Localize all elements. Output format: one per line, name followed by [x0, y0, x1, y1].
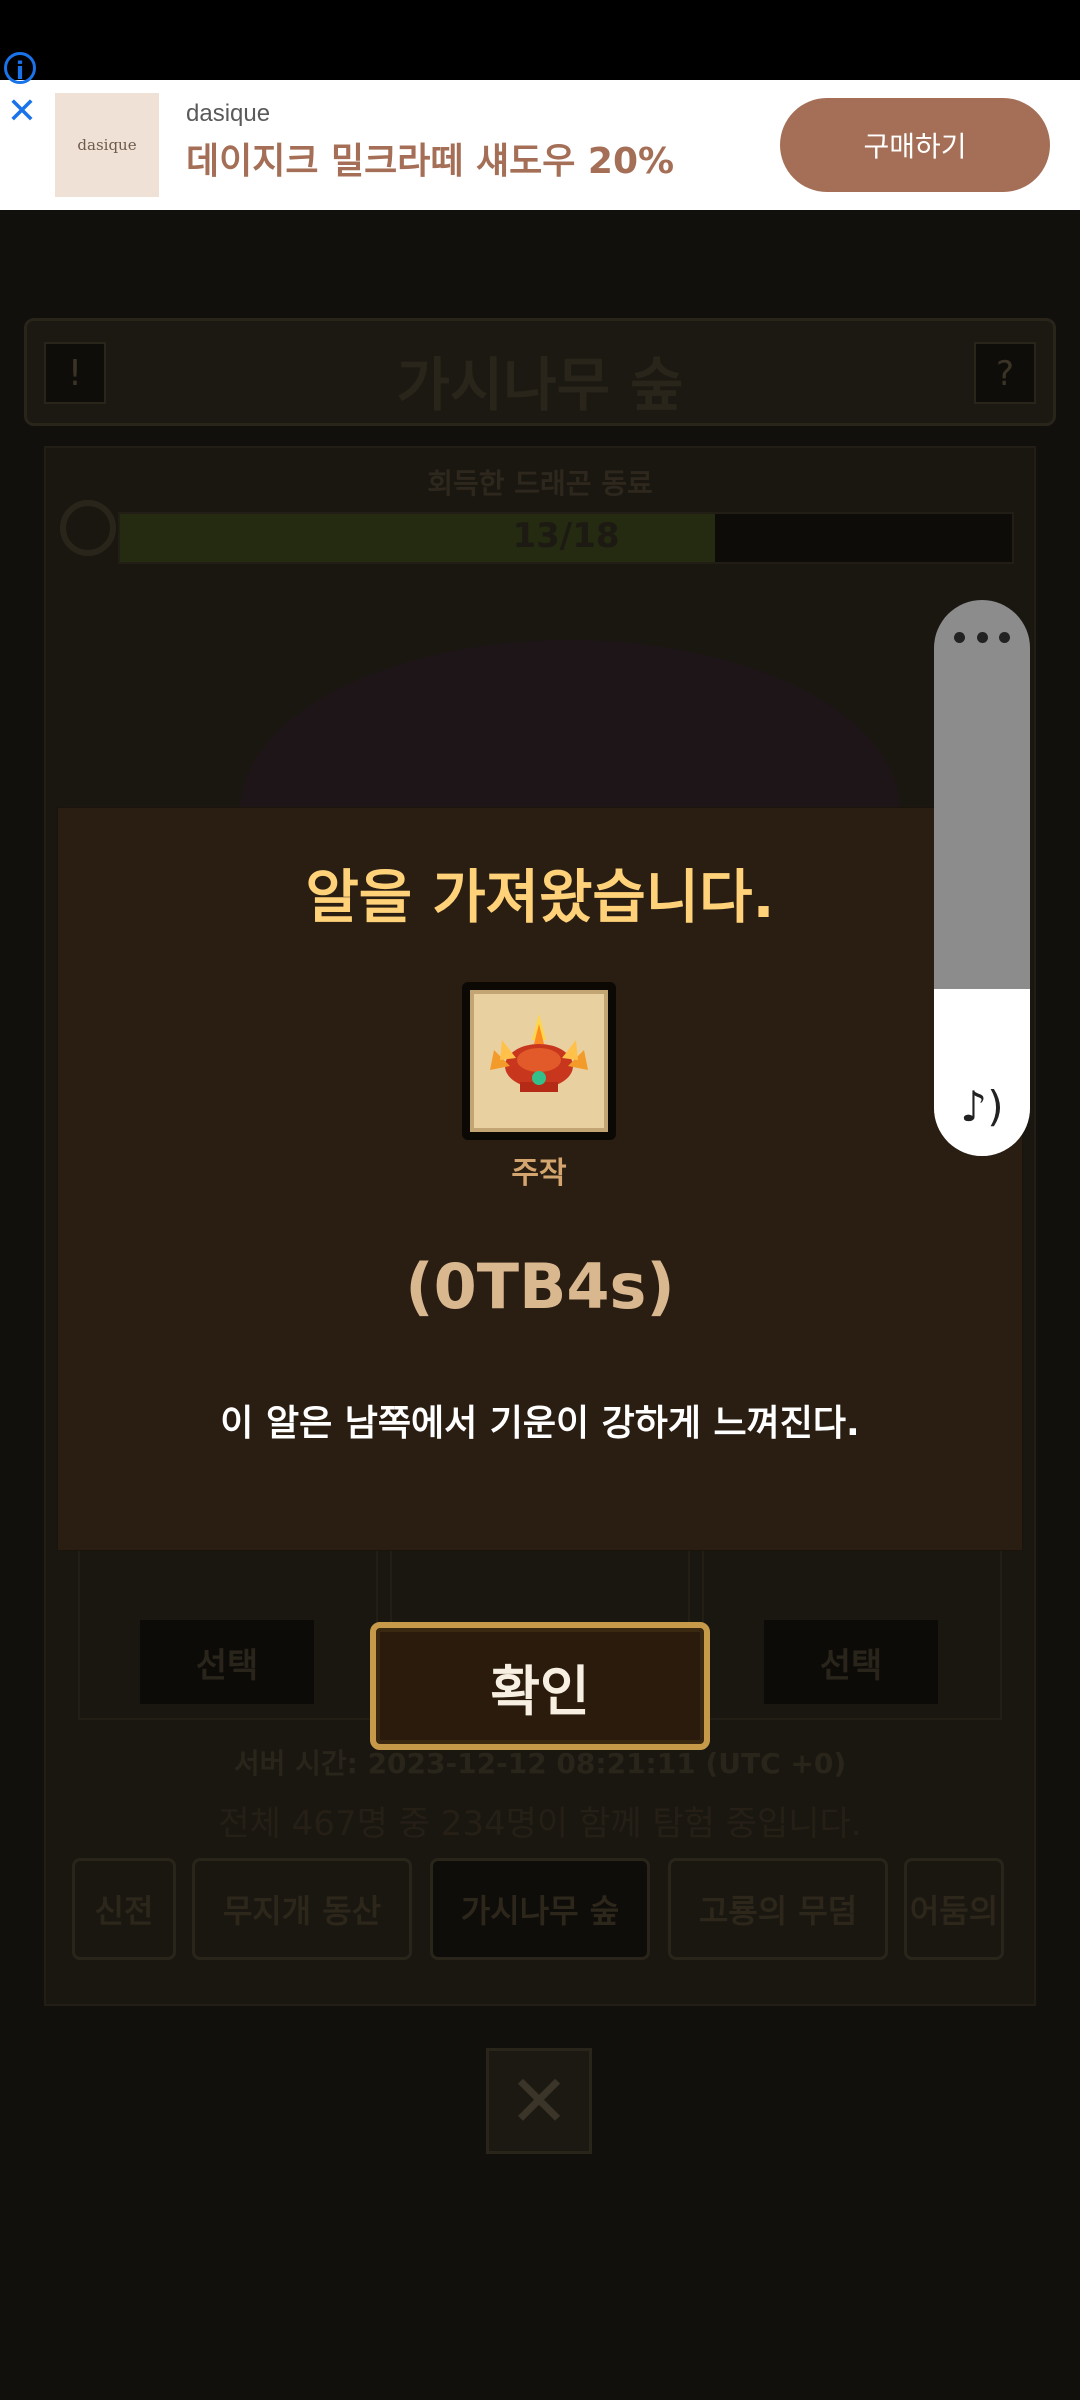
participants-text: 전체 467명 중 234명이 함께 탐험 중입니다.	[218, 1804, 862, 1844]
tab-darkness[interactable]: 어둠의	[904, 1858, 1004, 1960]
modal-title: 알을 가져왔습니다.	[305, 863, 775, 931]
help-button[interactable]: ?	[974, 342, 1036, 404]
egg-code: (0TB4s)	[405, 1250, 675, 1323]
ad-brand: dasique	[186, 100, 271, 127]
info-icon[interactable]: i	[4, 52, 36, 85]
ad-thumb-text: dasique	[77, 136, 137, 154]
more-icon[interactable]	[954, 632, 1010, 648]
area-title: 가시나무 숲	[396, 351, 684, 419]
tab-rainbow-hill[interactable]: 무지개 동산	[192, 1858, 412, 1960]
status-bar	[0, 0, 1080, 80]
vermilion-bird-icon	[490, 1014, 588, 1092]
progress-text: 13/18	[512, 516, 620, 556]
select-button[interactable]: 선택	[138, 1618, 316, 1706]
close-icon[interactable]: ✕	[6, 94, 38, 130]
ad-cta-button[interactable]: 구매하기	[780, 98, 1050, 192]
tab-thorn-forest[interactable]: 가시나무 숲	[430, 1858, 650, 1960]
egg-name: 주작	[511, 1156, 567, 1191]
ad-thumbnail[interactable]: dasique	[55, 93, 159, 197]
close-x-icon[interactable]: ✕	[486, 2048, 592, 2154]
gear-icon	[60, 500, 116, 556]
music-note-icon[interactable]: ♪)	[952, 1080, 1012, 1134]
egg-hint: 이 알은 남쪽에서 기운이 강하게 느껴진다.	[220, 1403, 860, 1444]
info-button[interactable]: !	[44, 342, 106, 404]
confirm-button[interactable]: 확인	[370, 1622, 710, 1750]
tab-dragon-tomb[interactable]: 고룡의 무덤	[668, 1858, 888, 1960]
dragon-caption: 회득한 드래곤 동료	[427, 467, 653, 500]
select-button[interactable]: 선택	[762, 1618, 940, 1706]
tab-shrine[interactable]: 신전	[72, 1858, 176, 1960]
ad-headline[interactable]: 데이지크 밀크라떼 섀도우 20%	[186, 132, 674, 184]
